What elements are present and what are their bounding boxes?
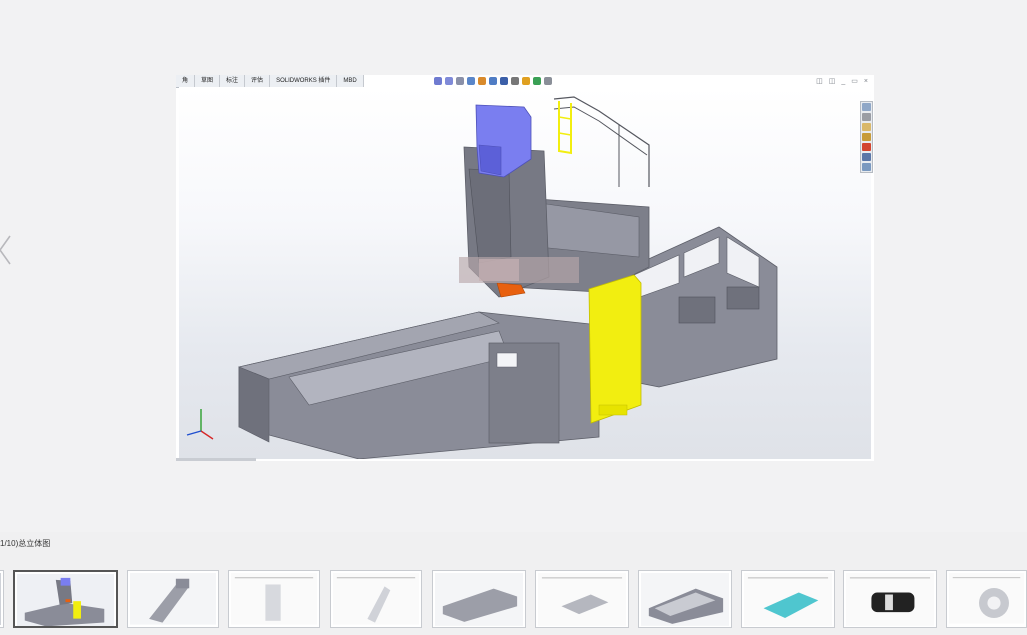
thumbnail-preview [744,573,832,626]
thumb-10-drum-drawing[interactable] [843,570,937,628]
apply-scene-icon[interactable] [533,77,541,85]
custom-properties-icon[interactable] [862,153,871,161]
thumbnail-preview [231,573,317,625]
thumbnail-preview [538,573,626,626]
tile-horizontal-icon[interactable]: ◫ [816,78,823,86]
thumb-2-overall-view[interactable] [13,570,118,628]
previous-arrow-icon[interactable] [0,232,16,268]
home-icon[interactable] [862,103,871,111]
tab-addins[interactable]: SOLIDWORKS 插件 [270,75,338,87]
thumb-5-bracket-drawing[interactable] [330,570,422,628]
thumb-4-column-drawing[interactable] [228,570,320,628]
slide-caption: 1/10)总立体图 [0,539,51,548]
thumb-6-bed-drawing[interactable] [432,570,526,628]
view-palette-icon[interactable] [862,133,871,141]
graphics-area[interactable] [179,87,871,460]
thumbnail-preview [435,573,523,626]
thumbnail-preview [17,574,114,626]
thumb-8-frame-view[interactable] [638,570,732,628]
zoom-area-icon[interactable] [445,77,453,85]
thumbnail-preview [641,573,729,626]
thumb-9-cyan-assembly-drawing[interactable] [741,570,835,628]
display-style-icon[interactable] [500,77,508,85]
view-orientation-icon[interactable] [489,77,497,85]
minimize-icon[interactable]: _ [841,78,845,86]
folder-icon[interactable] [862,123,871,131]
tab-features[interactable]: 角 [176,75,196,87]
main-image: 角 草图 标注 评估 SOLIDWORKS 插件 MBD ◫ ◫ _ ▭ × [176,75,874,461]
forum-icon[interactable] [862,163,871,171]
thumbnail-preview [846,573,934,626]
status-bar [176,458,256,461]
hide-show-icon[interactable] [511,77,519,85]
zoom-to-fit-icon[interactable] [434,77,442,85]
thumb-3-spindle-head[interactable] [127,570,219,628]
thumbnail-preview [949,573,1024,624]
tab-evaluate[interactable]: 评估 [245,75,271,87]
window-controls: ◫ ◫ _ ▭ × [816,78,868,86]
tab-mbd[interactable]: MBD [337,75,364,87]
tab-markup[interactable]: 标注 [220,75,246,87]
restore-icon[interactable]: ▭ [851,78,858,86]
tile-vertical-icon[interactable]: ◫ [829,78,836,86]
thumbnail-preview [333,573,419,625]
task-pane [860,101,873,173]
tab-sketch[interactable]: 草图 [195,75,221,87]
previous-view-icon[interactable] [456,77,464,85]
thumb-11-housing-drawing[interactable] [946,570,1027,628]
dynamic-annotation-icon[interactable] [478,77,486,85]
thumbnail-strip [0,570,1027,630]
machine-model [186,96,778,460]
edit-appearance-icon[interactable] [522,77,530,85]
thumb-1-machine-assembly[interactable] [0,570,4,628]
axis-triad [186,409,214,440]
section-view-icon[interactable] [467,77,475,85]
resources-icon[interactable] [862,113,871,121]
view-settings-icon[interactable] [544,77,552,85]
appearance-icon[interactable] [862,143,871,151]
close-icon[interactable]: × [864,78,868,86]
heads-up-view-toolbar [434,77,552,85]
thumbnail-preview [130,573,216,625]
thumb-7-plate-drawing[interactable] [535,570,629,628]
